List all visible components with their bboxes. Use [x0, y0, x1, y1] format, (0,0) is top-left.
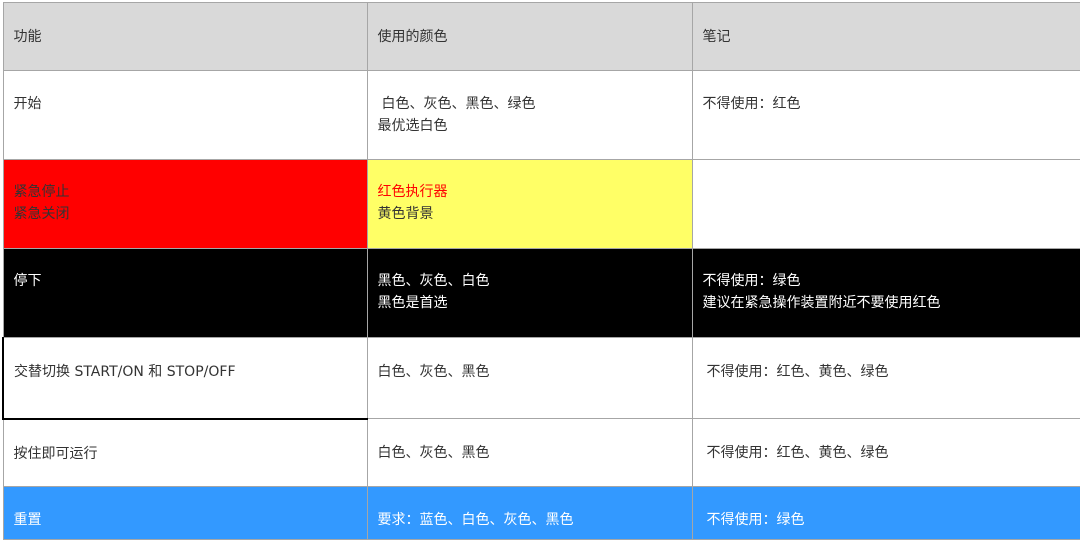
table-row: 按住即可运行 白色、灰色、黑色 不得使用：红色、黄色、绿色 [2, 418, 1080, 487]
function-cell: 开始 [2, 70, 368, 160]
function-text: 停下 [13, 273, 42, 289]
function-cell: 重置 [2, 486, 368, 540]
notes-cell [691, 159, 1080, 249]
colors-text: 最优选白色 [377, 118, 448, 134]
table-row: 紧急停止 紧急关闭 红色执行器 黄色背景 [2, 159, 1080, 249]
notes-text: 建议在紧急操作装置附近不要使用红色 [702, 295, 941, 311]
notes-cell: 不得使用：红色 [691, 70, 1080, 160]
header-notes: 笔记 [691, 2, 1080, 71]
function-text: 重置 [13, 512, 42, 528]
colors-cell: 白色、灰色、黑色 [366, 418, 693, 487]
colors-text: 红色执行器 [377, 184, 448, 200]
colors-cell: 要求：蓝色、白色、灰色、黑色 [366, 486, 693, 540]
notes-cell: 不得使用：红色、黄色、绿色 [691, 337, 1080, 419]
colors-text: 白色、灰色、黑色、绿色 [381, 96, 536, 112]
function-text: 紧急停止 [13, 184, 70, 200]
notes-text: 不得使用：红色、黄色、绿色 [706, 364, 889, 380]
colors-text: 白色、灰色、黑色 [377, 364, 490, 380]
colors-text: 黄色背景 [377, 206, 434, 222]
color-function-table: 功能 使用的颜色 笔记 开始 白色、灰色、黑色、绿色 最优选白色 不得使用：红色… [2, 2, 1080, 540]
colors-text: 黑色、灰色、白色 [377, 273, 490, 289]
colors-text: 要求：蓝色、白色、灰色、黑色 [377, 512, 574, 528]
table-row: 重置 要求：蓝色、白色、灰色、黑色 不得使用：绿色 [2, 486, 1080, 540]
function-cell: 按住即可运行 [2, 418, 368, 487]
notes-text: 不得使用：红色 [702, 96, 801, 112]
header-colors: 使用的颜色 [366, 2, 693, 71]
function-text: 紧急关闭 [13, 206, 70, 222]
notes-text: 不得使用：绿色 [702, 273, 801, 289]
notes-cell: 不得使用：绿色 建议在紧急操作装置附近不要使用红色 [691, 248, 1080, 338]
colors-cell: 红色执行器 黄色背景 [366, 159, 693, 249]
colors-cell: 白色、灰色、黑色、绿色 最优选白色 [366, 70, 693, 160]
colors-cell: 白色、灰色、黑色 [366, 337, 693, 419]
function-cell: 停下 [2, 248, 368, 338]
table-row: 停下 黑色、灰色、白色 黑色是首选 不得使用：绿色 建议在紧急操作装置附近不要使… [2, 248, 1080, 338]
table-header-row: 功能 使用的颜色 笔记 [2, 2, 1080, 71]
function-text: 交替切换 START/ON 和 STOP/OFF [14, 364, 236, 380]
colors-text: 黑色是首选 [377, 295, 448, 311]
notes-cell: 不得使用：红色、黄色、绿色 [691, 418, 1080, 487]
notes-text: 不得使用：绿色 [706, 512, 805, 528]
colors-cell: 黑色、灰色、白色 黑色是首选 [366, 248, 693, 338]
table-row: 交替切换 START/ON 和 STOP/OFF 白色、灰色、黑色 不得使用：红… [2, 337, 1080, 420]
header-function: 功能 [2, 2, 368, 71]
notes-cell: 不得使用：绿色 [691, 486, 1080, 540]
colors-text: 白色、灰色、黑色 [377, 445, 490, 461]
table-row: 开始 白色、灰色、黑色、绿色 最优选白色 不得使用：红色 [2, 70, 1080, 160]
notes-text: 不得使用：红色、黄色、绿色 [706, 445, 889, 461]
function-cell: 交替切换 START/ON 和 STOP/OFF [2, 337, 368, 420]
function-text: 开始 [13, 96, 42, 112]
function-text: 按住即可运行 [13, 445, 98, 462]
function-cell: 紧急停止 紧急关闭 [2, 159, 368, 249]
